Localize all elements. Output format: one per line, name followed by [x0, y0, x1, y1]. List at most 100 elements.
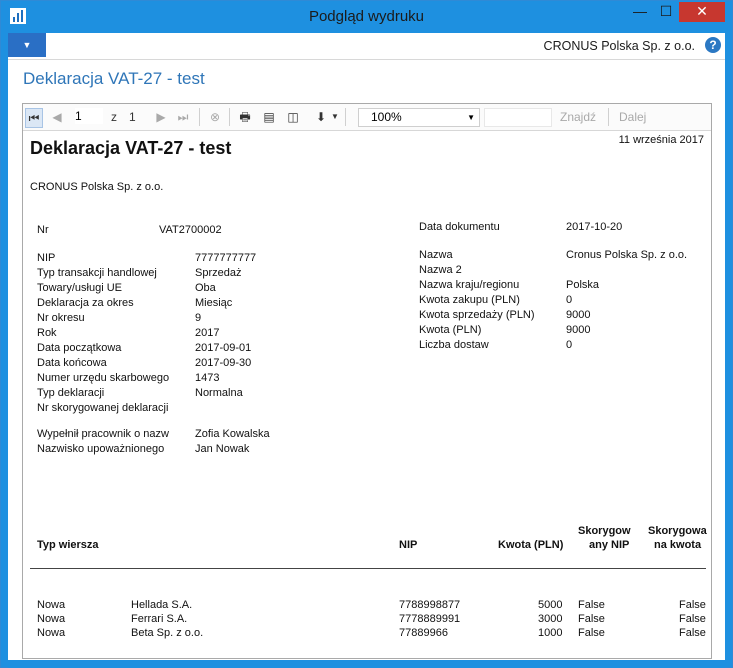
cell-type: Nowa	[37, 599, 66, 611]
field-label: Nazwa 2	[419, 264, 462, 276]
field-value: Normalna	[195, 387, 243, 399]
field-value: VAT2700002	[159, 224, 222, 236]
cell-type: Nowa	[37, 627, 66, 639]
field-value: Miesiąc	[195, 297, 233, 309]
field-label: Nazwa kraju/regionu	[419, 279, 520, 291]
report-company: CRONUS Polska Sp. z o.o.	[30, 181, 164, 193]
print-layout-icon[interactable]: ▤	[261, 108, 277, 126]
total-pages: 1	[129, 110, 136, 124]
cell-name: Hellada S.A.	[131, 599, 193, 611]
col-header-type: Typ wiersza	[37, 539, 99, 551]
col-header-corrected-amount: na kwota	[654, 539, 702, 551]
field-value: 2017	[195, 327, 220, 339]
field-label: Nr okresu	[37, 312, 85, 324]
field-value: 9	[195, 312, 202, 324]
field-label: Data początkowa	[37, 342, 122, 354]
field-label: Kwota zakupu (PLN)	[419, 294, 520, 306]
col-header-corrected-amount: Skorygowa	[648, 525, 707, 537]
print-preview-window: Podgląd wydruku — ☐ ✕ ▼ CRONUS Polska Sp…	[0, 0, 733, 668]
cell-amount: 3000	[538, 613, 563, 625]
field-label: Kwota (PLN)	[419, 324, 482, 336]
report-page: Deklaracja VAT-27 - test 11 września 201…	[23, 131, 711, 658]
col-header-amount: Kwota (PLN)	[498, 539, 564, 551]
field-label: Liczba dostaw	[419, 339, 489, 351]
field-value: 1473	[195, 372, 220, 384]
field-label: Towary/usługi UE	[37, 282, 122, 294]
maximize-button[interactable]: ☐	[653, 2, 679, 22]
stop-icon[interactable]: ⊗	[207, 108, 223, 126]
cell-corrected-nip: False	[578, 627, 605, 639]
ribbon-menu-button[interactable]: ▼	[8, 33, 46, 57]
cell-corrected-amount: False	[679, 613, 706, 625]
cell-nip: 7778889991	[399, 613, 461, 625]
cell-corrected-nip: False	[578, 599, 605, 611]
field-label: Numer urzędu skarbowego	[37, 372, 170, 384]
cell-type: Nowa	[37, 613, 66, 625]
page-number-input[interactable]: 1	[75, 108, 103, 124]
window-bottom-border	[8, 660, 725, 668]
next-match-button[interactable]: Dalej	[619, 108, 646, 126]
print-date: 11 września 2017	[618, 134, 704, 146]
col-header-corrected-nip: any NIP	[589, 539, 630, 551]
field-value: 0	[566, 294, 573, 306]
page-of-label: z	[111, 110, 117, 124]
cell-name: Ferrari S.A.	[131, 613, 188, 625]
field-label: Rok	[37, 327, 57, 339]
field-label: Typ deklaracji	[37, 387, 105, 399]
table-divider	[30, 568, 706, 569]
window-title: Podgląd wydruku	[308, 8, 425, 25]
field-label: Data dokumentu	[419, 221, 500, 233]
print-icon[interactable]: 🖶	[237, 108, 253, 126]
field-label: Deklaracja za okres	[37, 297, 134, 309]
field-value: Oba	[195, 282, 216, 294]
field-label: Nr skorygowanej deklaracji	[37, 402, 169, 414]
title-bar: Podgląd wydruku — ☐ ✕	[1, 1, 732, 33]
ribbon-bar: ▼ CRONUS Polska Sp. z o.o. ?	[8, 33, 725, 60]
cell-amount: 5000	[538, 599, 563, 611]
field-label: Nr	[37, 224, 49, 236]
company-name: CRONUS Polska Sp. z o.o.	[543, 39, 695, 53]
field-label: NIP	[37, 252, 56, 264]
find-input[interactable]	[484, 108, 552, 127]
field-label: Data końcowa	[37, 357, 107, 369]
help-icon[interactable]: ?	[705, 37, 721, 53]
report-toolbar: ⏮ ◀ 1 z 1 ▶ ⏭ ⊗ 🖶 ▤ ◫ ⬇ ▼ 100%▼ Znajdź	[23, 104, 711, 131]
field-value: 2017-09-30	[195, 357, 252, 369]
export-dropdown-icon[interactable]: ▼	[331, 108, 339, 126]
cell-nip: 77889966	[399, 627, 448, 639]
find-button[interactable]: Znajdź	[560, 108, 596, 126]
field-label: Nazwisko upoważnionego	[37, 443, 165, 455]
page-title: Deklaracja VAT-27 - test	[23, 69, 205, 88]
zoom-select[interactable]: 100% ▼	[358, 108, 480, 127]
cell-corrected-amount: False	[679, 599, 706, 611]
field-label: Wypełnił pracownik o nazw	[37, 428, 169, 440]
report-viewer: ⏮ ◀ 1 z 1 ▶ ⏭ ⊗ 🖶 ▤ ◫ ⬇ ▼ 100%▼ Znajdź	[22, 103, 712, 659]
minimize-button[interactable]: —	[627, 2, 653, 22]
last-page-icon[interactable]: ⏭	[175, 108, 191, 126]
next-page-icon[interactable]: ▶	[153, 108, 169, 126]
previous-page-icon[interactable]: ◀	[49, 108, 65, 126]
cell-corrected-amount: False	[679, 627, 706, 639]
cell-name: Beta Sp. z o.o.	[131, 627, 204, 639]
first-page-icon[interactable]: ⏮	[25, 108, 43, 128]
close-button[interactable]: ✕	[679, 2, 725, 22]
cell-nip: 7788998877	[399, 599, 461, 611]
field-value: 0	[566, 339, 573, 351]
cell-corrected-nip: False	[578, 613, 605, 625]
client-area: ▼ CRONUS Polska Sp. z o.o. ? Deklaracja …	[8, 33, 725, 660]
col-header-corrected-nip: Skorygow	[578, 525, 631, 537]
col-header-nip: NIP	[399, 539, 418, 551]
field-value: 7777777777	[195, 252, 257, 264]
report-title: Deklaracja VAT-27 - test	[30, 138, 232, 158]
cell-amount: 1000	[538, 627, 563, 639]
field-label: Nazwa	[419, 249, 453, 261]
field-value: 2017-09-01	[195, 342, 252, 354]
field-label: Kwota sprzedaży (PLN)	[419, 309, 535, 321]
field-value: Cronus Polska Sp. z o.o.	[566, 249, 688, 261]
field-value: 2017-10-20	[566, 221, 623, 233]
export-icon[interactable]: ⬇	[313, 108, 329, 126]
page-setup-icon[interactable]: ◫	[285, 108, 301, 126]
field-label: Typ transakcji handlowej	[37, 267, 157, 279]
field-value: Sprzedaż	[195, 267, 242, 279]
field-value: Polska	[566, 279, 600, 291]
